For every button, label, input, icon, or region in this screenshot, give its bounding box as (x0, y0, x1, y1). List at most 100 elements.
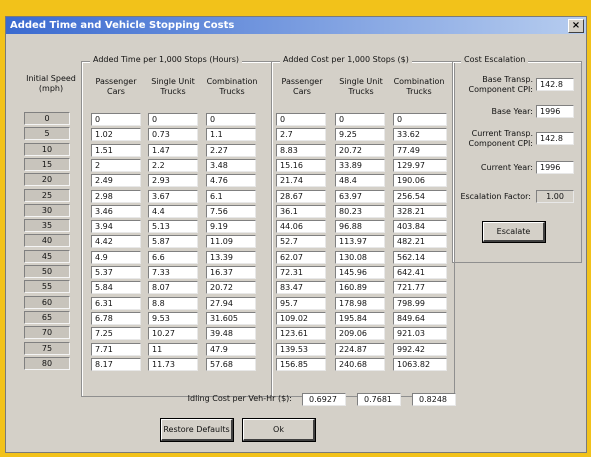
time-single-unit-trucks-field[interactable]: 4.4 (148, 204, 198, 218)
time-single-unit-trucks-field[interactable]: 2.2 (148, 158, 198, 172)
cost-single-unit-trucks-field[interactable]: 20.72 (335, 143, 385, 157)
cost-single-unit-trucks-field[interactable]: 224.87 (335, 342, 385, 356)
time-single-unit-trucks-field[interactable]: 2.93 (148, 174, 198, 188)
cost-combination-trucks-field[interactable]: 190.06 (393, 174, 447, 188)
time-combination-trucks-field[interactable]: 57.68 (206, 357, 256, 371)
time-combination-trucks-field[interactable]: 16.37 (206, 266, 256, 279)
cost-combination-trucks-field[interactable]: 33.62 (393, 128, 447, 142)
time-combination-trucks-field[interactable]: 9.19 (206, 220, 256, 234)
cost-passenger-cars-field[interactable]: 95.7 (276, 296, 326, 310)
time-single-unit-trucks-field[interactable]: 5.87 (148, 235, 198, 249)
close-button[interactable]: × (568, 19, 584, 33)
time-combination-trucks-field[interactable]: 3.48 (206, 158, 256, 172)
idling-cost-passenger-cars[interactable]: 0.6927 (302, 393, 346, 406)
cost-combination-trucks-field[interactable]: 562.14 (393, 250, 447, 264)
time-combination-trucks-field[interactable]: 39.48 (206, 327, 256, 341)
cost-passenger-cars-field[interactable]: 0 (276, 113, 326, 126)
cost-single-unit-trucks-field[interactable]: 0 (335, 113, 385, 126)
cost-combination-trucks-field[interactable]: 328.21 (393, 204, 447, 218)
cost-passenger-cars-field[interactable]: 21.74 (276, 174, 326, 188)
current-year-field[interactable]: 1996 (536, 161, 574, 174)
cost-single-unit-trucks-field[interactable]: 80.23 (335, 204, 385, 218)
time-passenger-cars-field[interactable]: 1.02 (91, 128, 141, 142)
cost-passenger-cars-field[interactable]: 139.53 (276, 342, 326, 356)
time-single-unit-trucks-field[interactable]: 5.13 (148, 220, 198, 234)
time-single-unit-trucks-field[interactable]: 9.53 (148, 311, 198, 325)
cost-combination-trucks-field[interactable]: 849.64 (393, 311, 447, 325)
restore-defaults-button[interactable]: Restore Defaults (160, 418, 234, 442)
cost-single-unit-trucks-field[interactable]: 195.84 (335, 311, 385, 325)
time-passenger-cars-field[interactable]: 1.51 (91, 143, 141, 157)
time-passenger-cars-field[interactable]: 2.49 (91, 174, 141, 188)
time-combination-trucks-field[interactable]: 27.94 (206, 296, 256, 310)
cost-combination-trucks-field[interactable]: 798.99 (393, 296, 447, 310)
cost-single-unit-trucks-field[interactable]: 160.89 (335, 281, 385, 295)
base-cpi-field[interactable]: 142.8 (536, 78, 574, 91)
cost-passenger-cars-field[interactable]: 123.61 (276, 327, 326, 341)
cost-single-unit-trucks-field[interactable]: 9.25 (335, 128, 385, 142)
time-single-unit-trucks-field[interactable]: 11 (148, 342, 198, 356)
cost-single-unit-trucks-field[interactable]: 33.89 (335, 158, 385, 172)
time-passenger-cars-field[interactable]: 4.9 (91, 250, 141, 264)
cost-single-unit-trucks-field[interactable]: 145.96 (335, 266, 385, 279)
cost-combination-trucks-field[interactable]: 992.42 (393, 342, 447, 356)
time-passenger-cars-field[interactable]: 6.78 (91, 311, 141, 325)
cost-combination-trucks-field[interactable]: 256.54 (393, 189, 447, 203)
time-single-unit-trucks-field[interactable]: 3.67 (148, 189, 198, 203)
time-combination-trucks-field[interactable]: 31.605 (206, 311, 256, 325)
cost-single-unit-trucks-field[interactable]: 130.08 (335, 250, 385, 264)
time-passenger-cars-field[interactable]: 4.42 (91, 235, 141, 249)
cost-passenger-cars-field[interactable]: 62.07 (276, 250, 326, 264)
time-passenger-cars-field[interactable]: 3.94 (91, 220, 141, 234)
escalate-button[interactable]: Escalate (482, 221, 546, 243)
time-combination-trucks-field[interactable]: 47.9 (206, 342, 256, 356)
time-passenger-cars-field[interactable]: 6.31 (91, 296, 141, 310)
cost-combination-trucks-field[interactable]: 642.41 (393, 266, 447, 279)
cost-combination-trucks-field[interactable]: 482.21 (393, 235, 447, 249)
cost-combination-trucks-field[interactable]: 403.84 (393, 220, 447, 234)
idling-cost-single-unit-trucks[interactable]: 0.7681 (357, 393, 401, 406)
time-combination-trucks-field[interactable]: 20.72 (206, 281, 256, 295)
cost-passenger-cars-field[interactable]: 52.7 (276, 235, 326, 249)
cost-combination-trucks-field[interactable]: 921.03 (393, 327, 447, 341)
time-passenger-cars-field[interactable]: 0 (91, 113, 141, 126)
cost-single-unit-trucks-field[interactable]: 209.06 (335, 327, 385, 341)
cost-combination-trucks-field[interactable]: 1063.82 (393, 357, 447, 371)
time-combination-trucks-field[interactable]: 6.1 (206, 189, 256, 203)
time-passenger-cars-field[interactable]: 2.98 (91, 189, 141, 203)
cost-passenger-cars-field[interactable]: 109.02 (276, 311, 326, 325)
time-passenger-cars-field[interactable]: 5.37 (91, 266, 141, 279)
cost-passenger-cars-field[interactable]: 15.16 (276, 158, 326, 172)
time-single-unit-trucks-field[interactable]: 6.6 (148, 250, 198, 264)
idling-cost-combination-trucks[interactable]: 0.8248 (412, 393, 456, 406)
time-single-unit-trucks-field[interactable]: 7.33 (148, 266, 198, 279)
time-single-unit-trucks-field[interactable]: 8.07 (148, 281, 198, 295)
time-passenger-cars-field[interactable]: 5.84 (91, 281, 141, 295)
cost-single-unit-trucks-field[interactable]: 178.98 (335, 296, 385, 310)
cost-passenger-cars-field[interactable]: 8.83 (276, 143, 326, 157)
time-single-unit-trucks-field[interactable]: 0.73 (148, 128, 198, 142)
cost-passenger-cars-field[interactable]: 156.85 (276, 357, 326, 371)
time-single-unit-trucks-field[interactable]: 1.47 (148, 143, 198, 157)
time-combination-trucks-field[interactable]: 13.39 (206, 250, 256, 264)
time-single-unit-trucks-field[interactable]: 0 (148, 113, 198, 126)
time-combination-trucks-field[interactable]: 2.27 (206, 143, 256, 157)
time-combination-trucks-field[interactable]: 4.76 (206, 174, 256, 188)
cost-combination-trucks-field[interactable]: 0 (393, 113, 447, 126)
cost-passenger-cars-field[interactable]: 83.47 (276, 281, 326, 295)
cost-passenger-cars-field[interactable]: 72.31 (276, 266, 326, 279)
time-passenger-cars-field[interactable]: 7.71 (91, 342, 141, 356)
current-cpi-field[interactable]: 142.8 (536, 132, 574, 145)
cost-single-unit-trucks-field[interactable]: 96.88 (335, 220, 385, 234)
time-passenger-cars-field[interactable]: 8.17 (91, 357, 141, 371)
cost-combination-trucks-field[interactable]: 77.49 (393, 143, 447, 157)
cost-single-unit-trucks-field[interactable]: 48.4 (335, 174, 385, 188)
ok-button[interactable]: Ok (242, 418, 316, 442)
cost-passenger-cars-field[interactable]: 2.7 (276, 128, 326, 142)
cost-single-unit-trucks-field[interactable]: 63.97 (335, 189, 385, 203)
time-single-unit-trucks-field[interactable]: 8.8 (148, 296, 198, 310)
cost-passenger-cars-field[interactable]: 28.67 (276, 189, 326, 203)
time-combination-trucks-field[interactable]: 11.09 (206, 235, 256, 249)
time-passenger-cars-field[interactable]: 7.25 (91, 327, 141, 341)
cost-passenger-cars-field[interactable]: 44.06 (276, 220, 326, 234)
